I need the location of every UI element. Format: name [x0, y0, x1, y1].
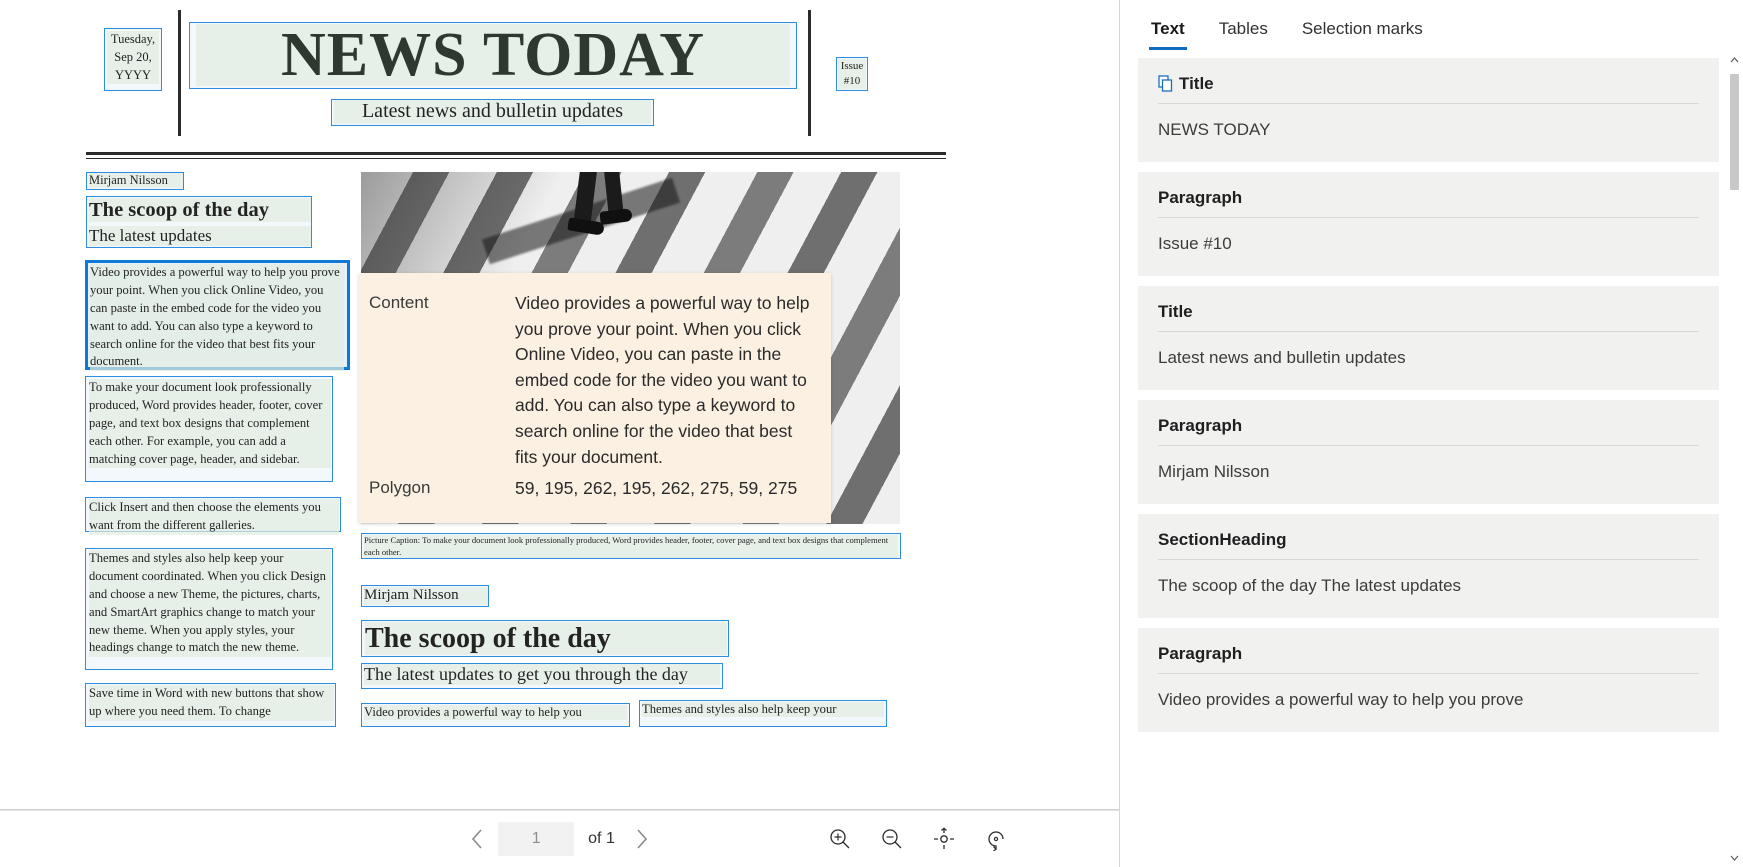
- masthead-divider-thin: [86, 158, 946, 159]
- section-heading-1: The scoop of the day: [89, 198, 311, 223]
- masthead-date: Tuesday, Sep 20, YYYY: [107, 31, 159, 85]
- result-card[interactable]: SectionHeading The scoop of the day The …: [1138, 513, 1719, 618]
- section-heading-2: The scoop of the day: [365, 622, 727, 656]
- tooltip-key-polygon: Polygon: [369, 478, 431, 498]
- results-card-list[interactable]: Title NEWS TODAY Paragraph Issue #10 Tit…: [1120, 50, 1743, 867]
- document-viewer: Tuesday, Sep 20, YYYY NEWS TODAY Issue #…: [0, 0, 1120, 867]
- result-card-content: Issue #10: [1158, 233, 1232, 253]
- result-card-type: Paragraph: [1158, 187, 1243, 207]
- result-card-type: SectionHeading: [1158, 529, 1287, 549]
- result-card-content: Mirjam Nilsson: [1158, 461, 1270, 481]
- document-page[interactable]: Tuesday, Sep 20, YYYY NEWS TODAY Issue #…: [0, 0, 1119, 810]
- scrollbar-thumb[interactable]: [1730, 74, 1739, 190]
- result-card-header: Paragraph: [1158, 188, 1699, 218]
- result-card-type: Paragraph: [1158, 415, 1243, 435]
- zoom-controls: [825, 824, 1011, 854]
- zoom-out-icon[interactable]: [877, 824, 907, 854]
- masthead-title: NEWS TODAY: [196, 24, 790, 86]
- tooltip-key-content: Content: [369, 293, 429, 312]
- result-card[interactable]: Paragraph Video provides a powerful way …: [1138, 627, 1719, 732]
- picture-caption: Picture Caption: To make your document l…: [364, 535, 898, 559]
- zoom-in-icon[interactable]: [825, 824, 855, 854]
- photo-shoe-front: [599, 208, 633, 225]
- chevron-right-icon[interactable]: [625, 822, 659, 856]
- result-card-type: Title: [1158, 301, 1193, 321]
- page-count-label: of 1: [588, 830, 615, 847]
- tooltip-value-content: Video provides a powerful way to help yo…: [515, 293, 810, 467]
- tooltip-rows: Content Video provides a powerful way to…: [369, 291, 815, 513]
- scroll-down-icon[interactable]: [1728, 850, 1741, 865]
- masthead-subtitle: Latest news and bulletin updates: [334, 100, 651, 124]
- result-card[interactable]: Paragraph Mirjam Nilsson: [1138, 399, 1719, 504]
- scroll-up-icon[interactable]: [1728, 52, 1741, 67]
- result-card-header: Title: [1158, 74, 1699, 104]
- copy-icon: [1158, 75, 1175, 93]
- result-card[interactable]: Paragraph Issue #10: [1138, 171, 1719, 276]
- result-card-content: Latest news and bulletin updates: [1158, 347, 1406, 367]
- rotate-icon[interactable]: [981, 824, 1011, 854]
- page-number-input[interactable]: [498, 822, 575, 856]
- page-scroll-area[interactable]: Tuesday, Sep 20, YYYY NEWS TODAY Issue #…: [0, 0, 1119, 810]
- result-card-type: Paragraph: [1158, 643, 1243, 663]
- result-card-header: Paragraph: [1158, 644, 1699, 674]
- byline-2: Mirjam Nilsson: [364, 587, 488, 605]
- tab-tables[interactable]: Tables: [1202, 19, 1285, 50]
- masthead-divider-thick: [86, 152, 946, 155]
- result-card-header: Title: [1158, 302, 1699, 332]
- tab-selection-marks[interactable]: Selection marks: [1285, 19, 1440, 50]
- col-left-snippet: Video provides a powerful way to help yo…: [364, 705, 627, 720]
- paragraph-1: Video provides a powerful way to help yo…: [90, 264, 344, 372]
- results-scrollbar[interactable]: [1728, 52, 1741, 865]
- analysis-results-pane: Text Tables Selection marks Title NEWS T…: [1120, 0, 1743, 867]
- section-subheading-2: The latest updates to get you through th…: [364, 664, 720, 686]
- result-card-content: NEWS TODAY: [1158, 120, 1271, 139]
- paragraph-4: Themes and styles also help keep your do…: [89, 550, 331, 658]
- results-tabs: Text Tables Selection marks: [1120, 0, 1743, 50]
- result-card[interactable]: Title NEWS TODAY: [1138, 58, 1719, 162]
- tooltip-value-polygon: 59, 195, 262, 195, 262, 275, 59, 275: [515, 478, 798, 499]
- result-card-type: Title: [1179, 74, 1214, 93]
- app-root: Tuesday, Sep 20, YYYY NEWS TODAY Issue #…: [0, 0, 1743, 867]
- masthead-left-rule: [178, 10, 181, 136]
- tooltip-row-polygon: Polygon 59, 195, 262, 195, 262, 275, 59,…: [369, 476, 815, 502]
- result-card-header: Paragraph: [1158, 416, 1699, 446]
- masthead-right-rule: [808, 10, 811, 136]
- paragraph-3: Click Insert and then choose the element…: [89, 499, 339, 535]
- section-subheading-1: The latest updates: [89, 226, 311, 247]
- viewer-toolbar: of 1: [0, 810, 1119, 867]
- result-card-content: The scoop of the day The latest updates: [1158, 575, 1462, 595]
- tooltip-row-content: Content Video provides a powerful way to…: [369, 291, 815, 470]
- paragraph-2: To make your document look professionall…: [89, 379, 331, 469]
- chevron-left-icon[interactable]: [460, 822, 494, 856]
- byline-1: Mirjam Nilsson: [89, 173, 183, 188]
- result-card[interactable]: Title Latest news and bulletin updates: [1138, 285, 1719, 390]
- fit-to-page-icon[interactable]: [929, 824, 959, 854]
- tab-text[interactable]: Text: [1134, 19, 1202, 50]
- col-right-snippet: Themes and styles also help keep your: [642, 702, 884, 717]
- paragraph-5: Save time in Word with new buttons that …: [89, 685, 334, 721]
- result-card-content: Video provides a powerful way to help yo…: [1158, 689, 1524, 709]
- result-card-header: SectionHeading: [1158, 530, 1699, 560]
- masthead-issue: Issue #10: [838, 59, 866, 89]
- ocr-hover-tooltip: Content Video provides a powerful way to…: [359, 273, 831, 523]
